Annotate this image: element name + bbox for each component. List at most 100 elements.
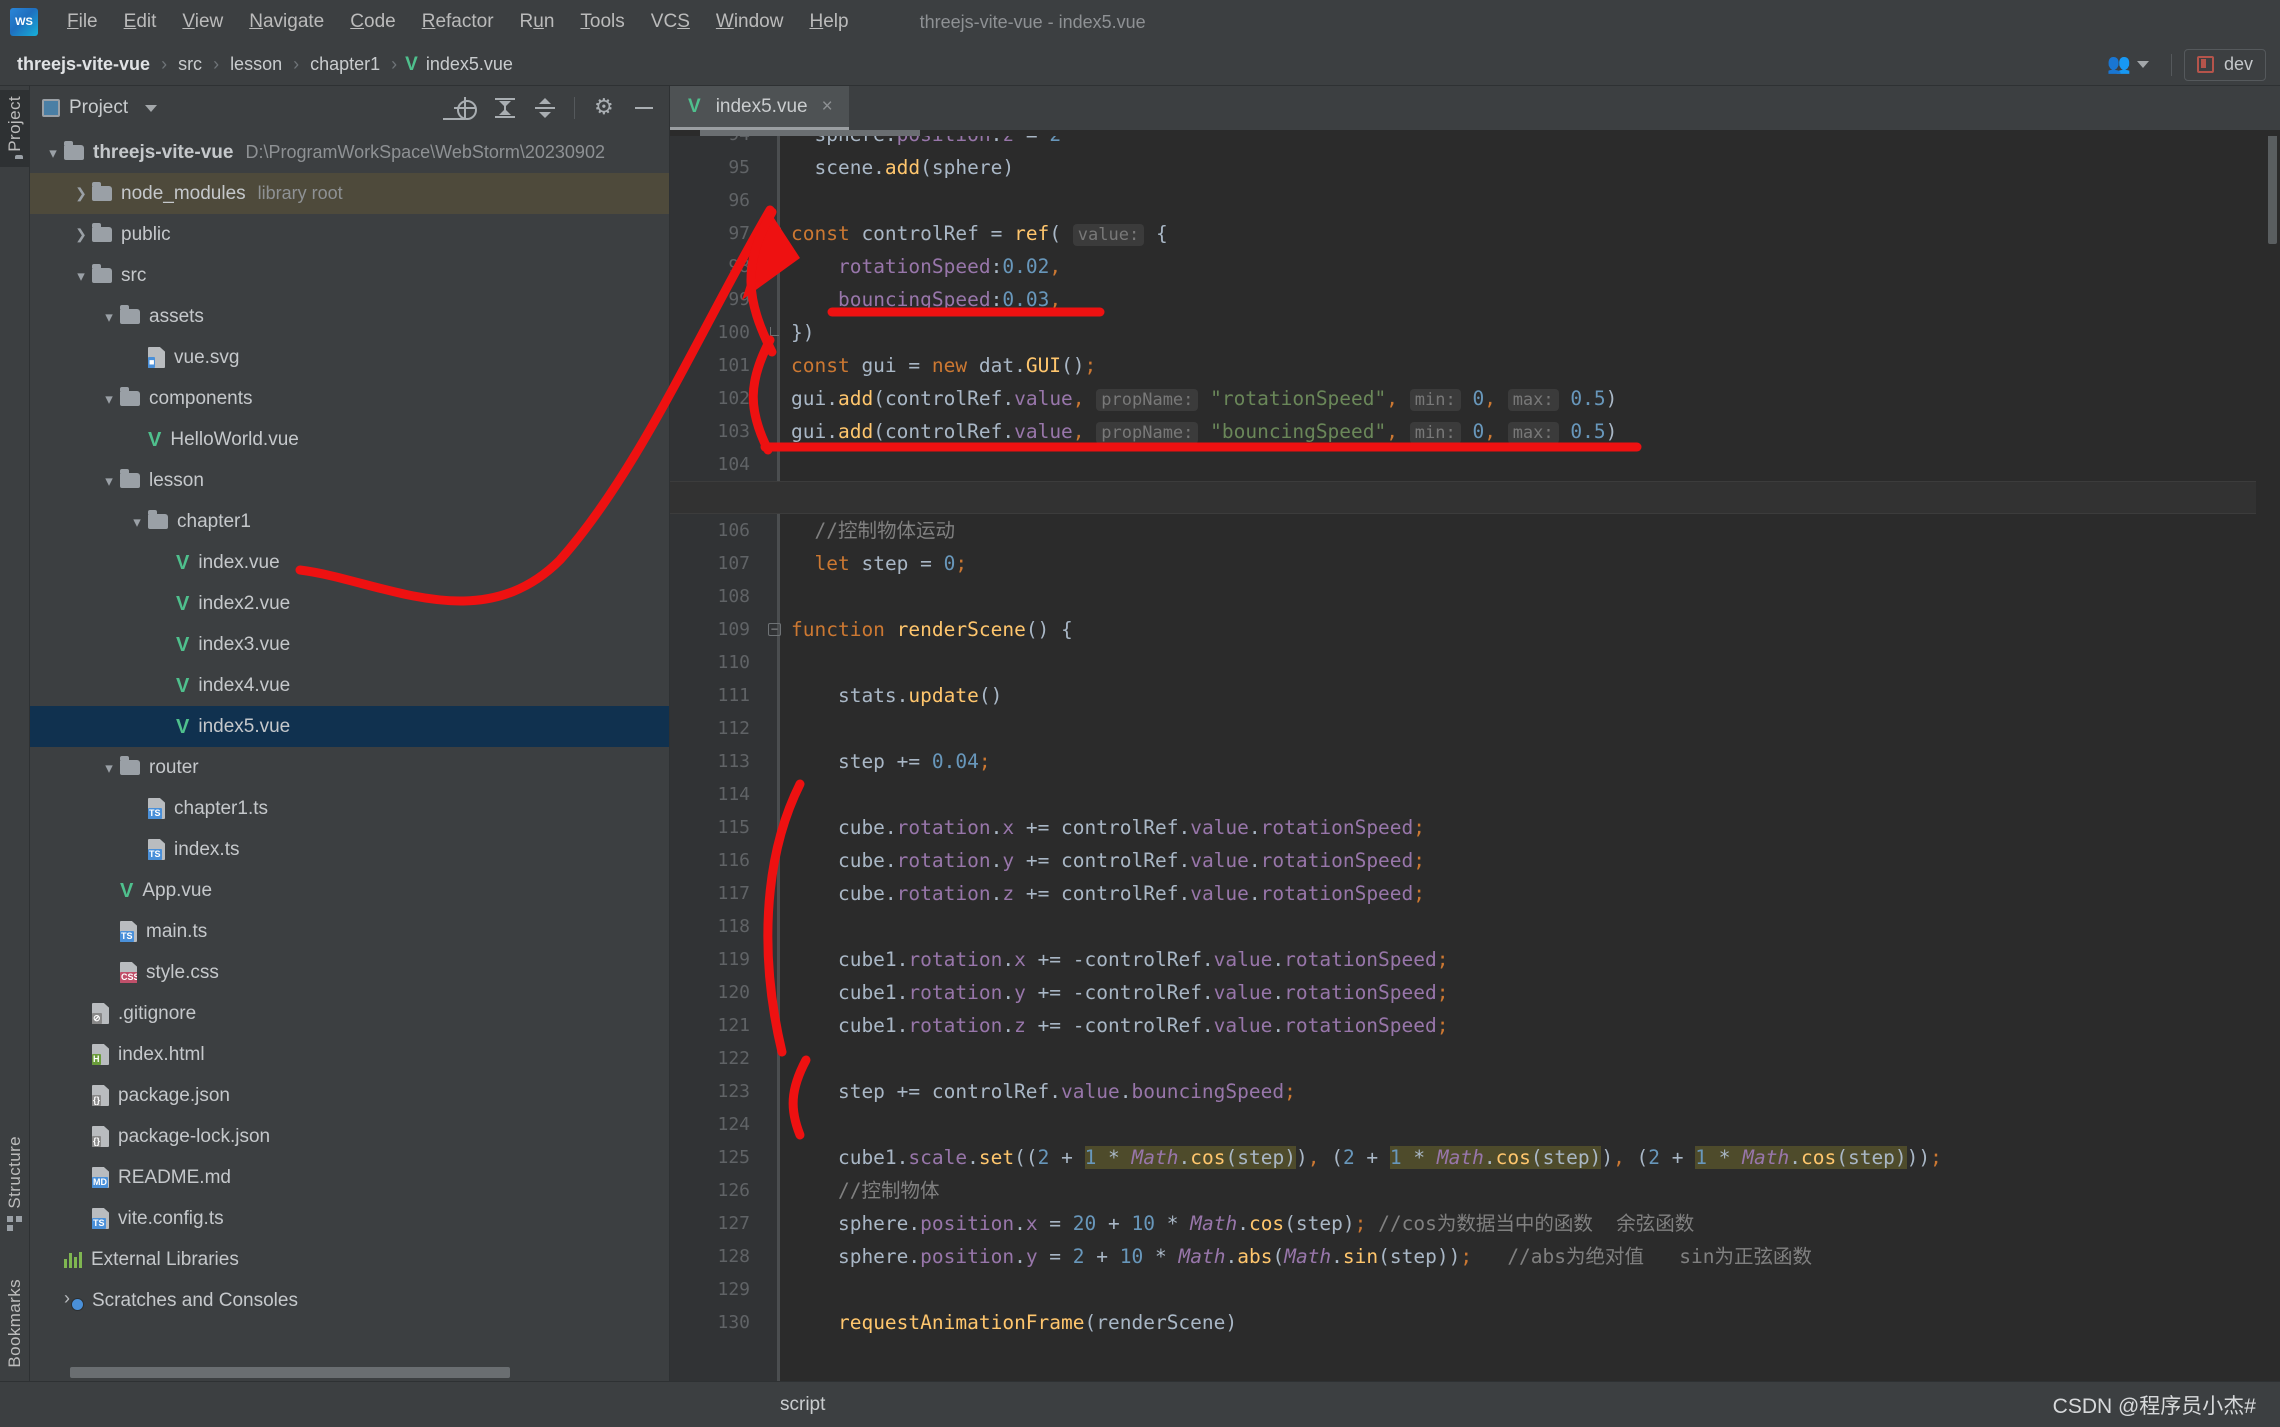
minimize-icon[interactable]: [633, 97, 655, 119]
menu-edit[interactable]: Edit: [111, 7, 170, 37]
editor-breadcrumb[interactable]: script: [670, 1394, 825, 1416]
breadcrumb-item-lesson[interactable]: lesson: [227, 52, 285, 77]
chevron-down-icon[interactable]: ▾: [98, 759, 120, 777]
tree-row-package-lock-json[interactable]: {} package-lock.json: [30, 1116, 669, 1157]
collapse-all-icon[interactable]: [534, 97, 556, 119]
code-line-100[interactable]: }): [791, 316, 2280, 349]
tool-window-button-bookmarks[interactable]: Bookmarks: [0, 1279, 30, 1375]
chevron-down-icon[interactable]: ▾: [98, 308, 120, 326]
tree-row-node-modules[interactable]: ❯ node_modules library root: [30, 173, 669, 214]
user-account-button[interactable]: 👥: [2097, 52, 2159, 77]
chevron-down-icon[interactable]: ▾: [42, 144, 64, 162]
code-editor[interactable]: 9495969798991001011021031041051061071081…: [670, 130, 2280, 1381]
breadcrumb-item-src[interactable]: src: [175, 52, 205, 77]
code-line-127[interactable]: sphere.position.x = 20 + 10 * Math.cos(s…: [791, 1207, 2280, 1240]
tree-row-external-libraries[interactable]: External Libraries: [30, 1239, 669, 1280]
code-line-102[interactable]: gui.add(controlRef.value, propName: "rot…: [791, 382, 2280, 415]
menu-navigate[interactable]: Navigate: [236, 7, 337, 37]
code-line-124[interactable]: [791, 1108, 2280, 1141]
menu-window[interactable]: Window: [703, 7, 797, 37]
code-line-129[interactable]: [791, 1273, 2280, 1306]
menu-code[interactable]: Code: [337, 7, 408, 37]
chevron-right-icon[interactable]: ❯: [70, 226, 92, 243]
scrollbar-thumb[interactable]: [70, 1367, 510, 1378]
code-line-123[interactable]: step += controlRef.value.bouncingSpeed;: [791, 1075, 2280, 1108]
editor-gutter[interactable]: 9495969798991001011021031041051061071081…: [670, 130, 778, 1381]
code-line-96[interactable]: [791, 184, 2280, 217]
code-line-126[interactable]: //控制物体: [791, 1174, 2280, 1207]
tree-row-vue-svg[interactable]: ■ vue.svg: [30, 337, 669, 378]
chevron-down-icon[interactable]: ▾: [98, 390, 120, 408]
code-line-109[interactable]: function renderScene() {: [791, 613, 2280, 646]
tree-row-main-ts[interactable]: TS main.ts: [30, 911, 669, 952]
code-line-130[interactable]: requestAnimationFrame(renderScene): [791, 1306, 2280, 1339]
menu-file[interactable]: File: [54, 7, 111, 37]
code-line-118[interactable]: [791, 910, 2280, 943]
tree-row-index2-vue[interactable]: Vindex2.vue: [30, 583, 669, 624]
code-line-98[interactable]: rotationSpeed:0.02,: [791, 250, 2280, 283]
breadcrumb-item-project[interactable]: threejs-vite-vue: [14, 52, 153, 77]
code-line-110[interactable]: [791, 646, 2280, 679]
code-line-128[interactable]: sphere.position.y = 2 + 10 * Math.abs(Ma…: [791, 1240, 2280, 1273]
code-fold-icon[interactable]: −: [768, 227, 781, 240]
tree-row-public[interactable]: ❯ public: [30, 214, 669, 255]
code-line-111[interactable]: stats.update(): [791, 679, 2280, 712]
tree-row-index3-vue[interactable]: Vindex3.vue: [30, 624, 669, 665]
tree-row-index4-vue[interactable]: Vindex4.vue: [30, 665, 669, 706]
code-line-107[interactable]: let step = 0;: [791, 547, 2280, 580]
code-line-103[interactable]: gui.add(controlRef.value, propName: "bou…: [791, 415, 2280, 448]
chevron-right-icon[interactable]: ❯: [70, 185, 92, 202]
close-icon[interactable]: ×: [822, 96, 833, 118]
code-line-95[interactable]: scene.add(sphere): [791, 151, 2280, 184]
tree-row-readme-md[interactable]: MD README.md: [30, 1157, 669, 1198]
code-line-117[interactable]: cube.rotation.z += controlRef.value.rota…: [791, 877, 2280, 910]
tool-window-button-project[interactable]: Project: [0, 90, 30, 167]
tree-row-chapter1[interactable]: ▾ chapter1: [30, 501, 669, 542]
project-horizontal-scrollbar[interactable]: [30, 1363, 669, 1381]
code-line-120[interactable]: cube1.rotation.y += -controlRef.value.ro…: [791, 976, 2280, 1009]
code-line-125[interactable]: cube1.scale.set((2 + 1 * Math.cos(step))…: [791, 1141, 2280, 1174]
tree-row--gitignore[interactable]: ⊘ .gitignore: [30, 993, 669, 1034]
code-line-121[interactable]: cube1.rotation.z += -controlRef.value.ro…: [791, 1009, 2280, 1042]
menu-refactor[interactable]: Refactor: [409, 7, 507, 37]
code-line-115[interactable]: cube.rotation.x += controlRef.value.rota…: [791, 811, 2280, 844]
tree-row-chapter1-ts[interactable]: TS chapter1.ts: [30, 788, 669, 829]
project-file-tree[interactable]: ▾ threejs-vite-vue D:\ProgramWorkSpace\Web…: [30, 130, 669, 1363]
chevron-down-icon[interactable]: ▾: [126, 513, 148, 531]
chevron-down-icon[interactable]: ▾: [98, 472, 120, 490]
menu-tools[interactable]: Tools: [567, 7, 637, 37]
chevron-down-icon[interactable]: ▾: [70, 267, 92, 285]
scrollbar-thumb[interactable]: [2268, 134, 2277, 244]
code-line-99[interactable]: bouncingSpeed:0.03,: [791, 283, 2280, 316]
tree-row-router[interactable]: ▾ router: [30, 747, 669, 788]
tree-row-index5-vue[interactable]: Vindex5.vue: [30, 706, 669, 747]
tree-row-threejs-vite-vue[interactable]: ▾ threejs-vite-vue D:\ProgramWorkSpace\Web…: [30, 132, 669, 173]
code-line-114[interactable]: [791, 778, 2280, 811]
code-line-106[interactable]: //控制物体运动: [791, 514, 2280, 547]
tree-row-package-json[interactable]: {} package.json: [30, 1075, 669, 1116]
code-line-101[interactable]: const gui = new dat.GUI();: [791, 349, 2280, 382]
tree-row-src[interactable]: ▾ src: [30, 255, 669, 296]
tree-row-app-vue[interactable]: V App.vue: [30, 870, 669, 911]
code-line-112[interactable]: [791, 712, 2280, 745]
expand-all-icon[interactable]: [494, 97, 516, 119]
locate-icon[interactable]: [454, 97, 477, 120]
code-line-108[interactable]: [791, 580, 2280, 613]
code-line-104[interactable]: [791, 448, 2280, 481]
tree-row-helloworld-vue[interactable]: V HelloWorld.vue: [30, 419, 669, 460]
code-fold-end-icon[interactable]: [770, 327, 779, 336]
editor-vertical-scrollbar[interactable]: [2256, 130, 2280, 1381]
editor-tab-index5-vue[interactable]: V index5.vue ×: [670, 86, 849, 130]
code-line-119[interactable]: cube1.rotation.x += -controlRef.value.ro…: [791, 943, 2280, 976]
project-title-group[interactable]: Project: [42, 97, 158, 119]
tree-row-style-css[interactable]: CSS style.css: [30, 952, 669, 993]
tool-window-button-structure[interactable]: Structure: [0, 1136, 30, 1231]
code-line-116[interactable]: cube.rotation.y += controlRef.value.rota…: [791, 844, 2280, 877]
menu-run[interactable]: Run: [507, 7, 568, 37]
tree-row-vite-config-ts[interactable]: TS vite.config.ts: [30, 1198, 669, 1239]
editor-horizontal-scrollbar[interactable]: [670, 130, 2280, 136]
code-fold-icon[interactable]: −: [768, 623, 781, 636]
breadcrumb-item-file[interactable]: index5.vue: [423, 52, 516, 77]
tree-row-lesson[interactable]: ▾ lesson: [30, 460, 669, 501]
breadcrumb-item-chapter1[interactable]: chapter1: [307, 52, 383, 77]
